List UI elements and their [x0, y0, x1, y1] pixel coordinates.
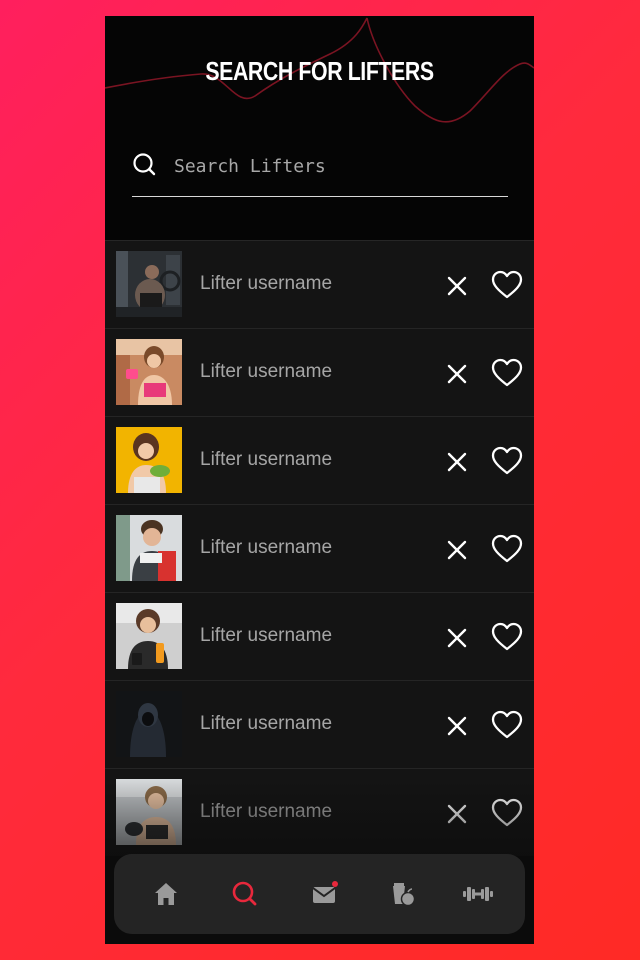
home-icon[interactable]	[148, 876, 184, 912]
lifter-username: Lifter username	[200, 273, 333, 294]
avatar	[116, 779, 182, 845]
close-icon[interactable]	[443, 272, 471, 300]
list-item: Lifter username	[105, 592, 534, 680]
avatar	[116, 339, 182, 405]
heart-icon[interactable]	[491, 270, 523, 300]
lifter-username: Lifter username	[200, 449, 333, 470]
list-item: Lifter username	[105, 680, 534, 768]
lifter-username: Lifter username	[200, 537, 333, 558]
lifter-username: Lifter username	[200, 801, 333, 822]
heart-icon[interactable]	[491, 622, 523, 652]
lifter-username: Lifter username	[200, 625, 333, 646]
avatar	[116, 603, 182, 669]
heart-icon[interactable]	[491, 358, 523, 388]
search-bar	[132, 146, 508, 197]
nutrition-icon[interactable]	[385, 876, 421, 912]
list-item: Lifter username	[105, 768, 534, 856]
close-icon[interactable]	[443, 624, 471, 652]
bottom-navigation	[114, 854, 525, 934]
list-item: Lifter username	[105, 240, 534, 328]
heart-icon[interactable]	[491, 710, 523, 740]
avatar	[116, 251, 182, 317]
notification-dot	[332, 881, 338, 887]
header: SEARCH FOR LIFTERS	[105, 16, 534, 242]
header-wave-decoration	[105, 17, 534, 123]
avatar	[116, 691, 182, 757]
page-title: SEARCH FOR LIFTERS	[205, 56, 434, 86]
avatar	[116, 515, 182, 581]
mail-icon[interactable]	[306, 876, 342, 912]
close-icon[interactable]	[443, 360, 471, 388]
heart-icon[interactable]	[491, 446, 523, 476]
avatar	[116, 427, 182, 493]
lifter-username: Lifter username	[200, 713, 333, 734]
app-screen: SEARCH FOR LIFTERS Search Lifters Lifter…	[105, 16, 534, 944]
list-item: Lifter username	[105, 416, 534, 504]
lifter-username: Lifter username	[200, 361, 333, 382]
heart-icon[interactable]	[491, 534, 523, 564]
close-icon[interactable]	[443, 536, 471, 564]
search-icon[interactable]	[227, 876, 263, 912]
list-item: Lifter username	[105, 328, 534, 416]
close-icon[interactable]	[443, 448, 471, 476]
close-icon[interactable]	[443, 800, 471, 828]
heart-icon[interactable]	[491, 798, 523, 828]
dumbbell-icon[interactable]	[460, 876, 496, 912]
list-item: Lifter username	[105, 504, 534, 592]
lifter-list: Lifter username Lifter username Lifter u…	[105, 240, 534, 856]
close-icon[interactable]	[443, 712, 471, 740]
search-icon	[133, 153, 156, 176]
search-input[interactable]	[172, 150, 506, 182]
